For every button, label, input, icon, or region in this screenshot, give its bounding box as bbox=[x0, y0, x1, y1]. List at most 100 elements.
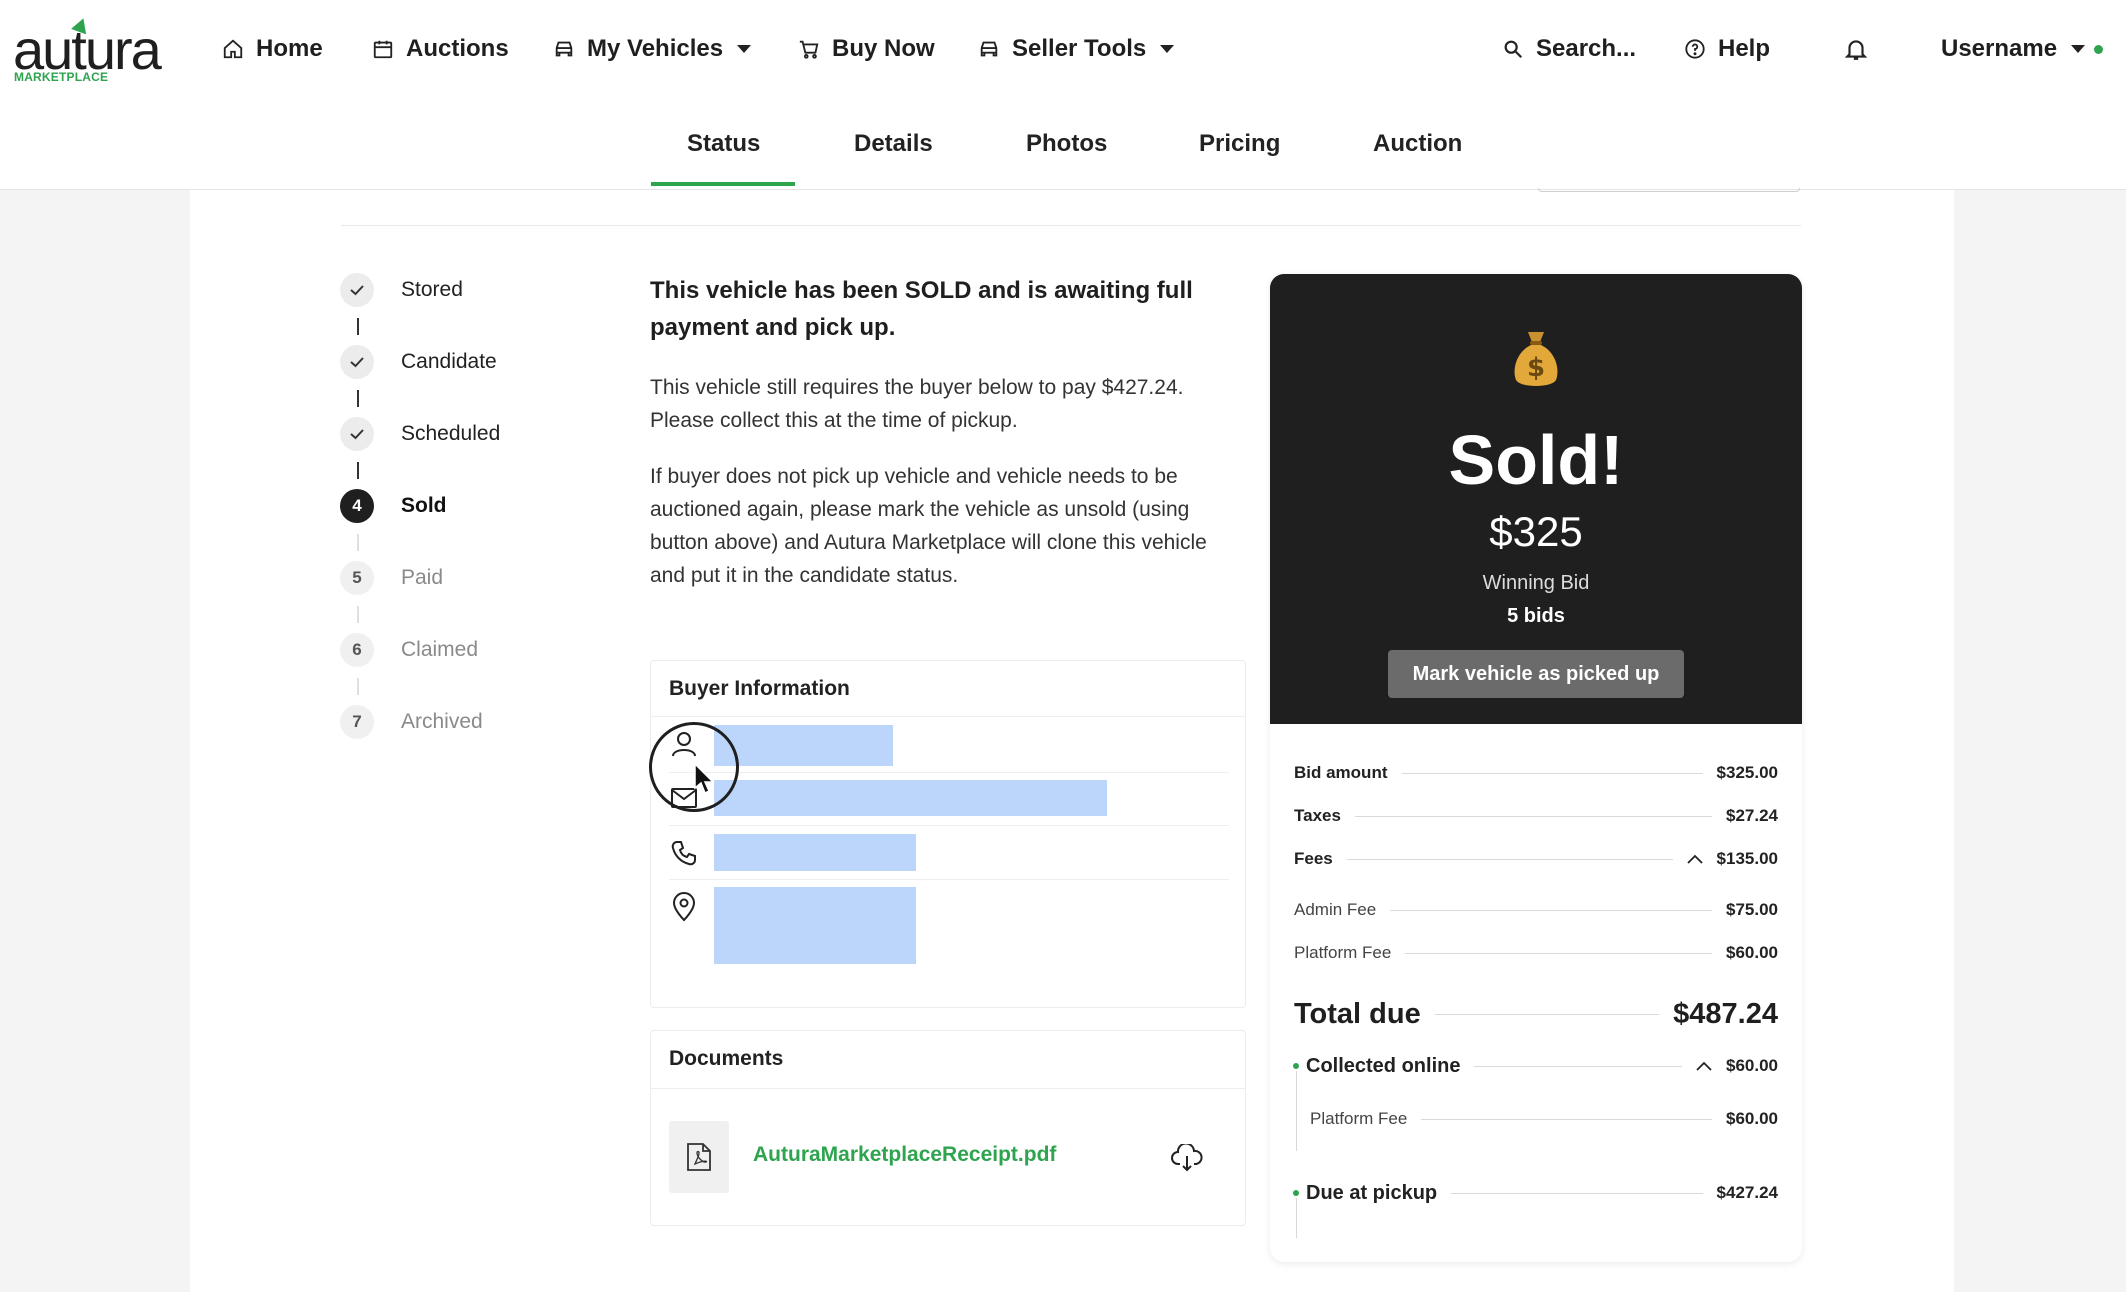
step-connector bbox=[357, 606, 359, 623]
sold-summary-panel: $ Sold! $325 Winning Bid 5 bids Mark veh… bbox=[1270, 274, 1802, 1262]
checkmark-icon bbox=[340, 345, 374, 379]
redacted-buyer-name[interactable] bbox=[714, 725, 893, 766]
collected-indicator-dot bbox=[1293, 1063, 1299, 1069]
due-at-pickup-row: Due at pickup $427.24 bbox=[1306, 1178, 1778, 1208]
nav-my-vehicles[interactable]: My Vehicles bbox=[553, 30, 752, 68]
row-value: $135.00 bbox=[1716, 849, 1778, 868]
calendar-icon bbox=[373, 40, 393, 59]
nav-search-label: Search... bbox=[1536, 35, 1637, 62]
winning-price: $325 bbox=[1489, 508, 1583, 555]
row-label: Fees bbox=[1294, 849, 1333, 868]
leader-line bbox=[1354, 815, 1712, 817]
bid-count: 5 bids bbox=[1507, 605, 1565, 627]
row-value: $60.00 bbox=[1726, 1109, 1778, 1128]
nav-home-label: Home bbox=[256, 35, 323, 62]
leader-line bbox=[1405, 952, 1712, 954]
bid-amount-row: Bid amount $325.00 bbox=[1294, 758, 1778, 788]
step-claimed: 6 Claimed bbox=[340, 632, 478, 668]
mouse-cursor-icon bbox=[694, 762, 715, 795]
step-number: 6 bbox=[340, 633, 374, 667]
tab-details[interactable]: Details bbox=[854, 130, 933, 158]
status-payment-note: This vehicle still requires the buyer be… bbox=[650, 376, 1184, 432]
checkmark-icon bbox=[340, 273, 374, 307]
chevron-up-icon[interactable] bbox=[1696, 1061, 1712, 1071]
redacted-buyer-address[interactable] bbox=[714, 887, 916, 964]
due-indicator-dot bbox=[1293, 1190, 1299, 1196]
row-value: $325.00 bbox=[1716, 763, 1778, 782]
step-number: 7 bbox=[340, 705, 374, 739]
header-button-edge[interactable] bbox=[1538, 188, 1800, 192]
redacted-buyer-email[interactable] bbox=[714, 780, 1107, 816]
row-label: Admin Fee bbox=[1294, 900, 1377, 919]
nav-search[interactable]: Search... bbox=[1502, 30, 1636, 68]
bell-icon bbox=[1844, 40, 1868, 60]
user-menu[interactable]: Username bbox=[1941, 30, 2086, 68]
leader-line bbox=[1451, 1192, 1703, 1194]
receipt-pdf-link[interactable]: AuturaMarketplaceReceipt.pdf bbox=[753, 1143, 1056, 1167]
autura-logo[interactable]: autura MARKETPLACE bbox=[13, 15, 173, 84]
row-value: $60.00 bbox=[1726, 1056, 1778, 1075]
mark-picked-up-button[interactable]: Mark vehicle as picked up bbox=[1388, 650, 1684, 698]
step-label: Candidate bbox=[401, 350, 497, 373]
notifications-button[interactable] bbox=[1843, 30, 1869, 68]
checkmark-icon bbox=[340, 417, 374, 451]
svg-text:$: $ bbox=[1527, 353, 1545, 383]
buyer-email-row bbox=[669, 773, 1229, 826]
collected-online-row[interactable]: Collected online $60.00 bbox=[1306, 1051, 1778, 1081]
row-value: $427.24 bbox=[1716, 1183, 1778, 1202]
nav-seller-tools[interactable]: Seller Tools bbox=[978, 30, 1175, 68]
step-connector bbox=[357, 390, 359, 407]
step-label: Claimed bbox=[401, 638, 479, 661]
nav-buy-now[interactable]: Buy Now bbox=[798, 30, 935, 68]
nav-auctions[interactable]: Auctions bbox=[372, 30, 509, 68]
step-paid: 5 Paid bbox=[340, 560, 443, 596]
winning-bid-label: Winning Bid bbox=[1482, 572, 1590, 594]
nav-buy-now-label: Buy Now bbox=[832, 35, 935, 62]
leader-line bbox=[1346, 858, 1673, 860]
step-connector bbox=[357, 678, 359, 695]
logo-subtitle: MARKETPLACE bbox=[14, 70, 109, 84]
taxes-row: Taxes $27.24 bbox=[1294, 801, 1778, 831]
status-heading: This vehicle has been SOLD and is awaiti… bbox=[650, 277, 1193, 341]
row-label: Platform Fee bbox=[1310, 1109, 1408, 1128]
chevron-up-icon[interactable] bbox=[1686, 854, 1703, 864]
collected-platform-fee-row: Platform Fee $60.00 bbox=[1310, 1104, 1778, 1134]
row-value: $60.00 bbox=[1726, 943, 1778, 962]
step-label: Paid bbox=[401, 566, 444, 589]
nav-help[interactable]: Help bbox=[1684, 30, 1770, 68]
row-label: Collected online bbox=[1306, 1054, 1461, 1077]
total-due-row: Total due $487.24 bbox=[1294, 994, 1778, 1034]
step-number: 5 bbox=[340, 561, 374, 595]
step-candidate: Candidate bbox=[340, 344, 497, 380]
buyer-information-box: Buyer Information bbox=[650, 660, 1246, 1008]
top-navigation: autura MARKETPLACE Home Auctions My Vehi… bbox=[0, 0, 2126, 98]
step-connector bbox=[357, 462, 359, 479]
tab-auction[interactable]: Auction bbox=[1373, 130, 1462, 158]
chevron-down-icon bbox=[2071, 45, 2086, 53]
pdf-file-icon bbox=[669, 1121, 729, 1193]
row-value: $75.00 bbox=[1726, 900, 1778, 919]
row-label: Total due bbox=[1294, 997, 1421, 1030]
step-label: Scheduled bbox=[401, 422, 501, 445]
buyer-address-row bbox=[669, 880, 1229, 990]
nav-my-vehicles-label: My Vehicles bbox=[587, 35, 724, 62]
buyer-name-row bbox=[669, 717, 1229, 773]
step-connector bbox=[357, 318, 359, 335]
tab-status[interactable]: Status bbox=[687, 130, 760, 158]
divider bbox=[341, 225, 1801, 226]
tab-photos[interactable]: Photos bbox=[1026, 130, 1107, 158]
phone-icon bbox=[669, 838, 699, 868]
fees-row[interactable]: Fees $135.00 bbox=[1294, 844, 1778, 874]
step-label: Stored bbox=[401, 278, 463, 301]
chevron-down-icon bbox=[1160, 45, 1175, 53]
nav-home[interactable]: Home bbox=[222, 30, 323, 68]
step-number: 4 bbox=[340, 489, 374, 523]
home-icon bbox=[223, 39, 243, 59]
cloud-download-icon[interactable] bbox=[1171, 1144, 1203, 1172]
status-unsold-note: If buyer does not pick up vehicle and ve… bbox=[650, 465, 1207, 587]
step-label: Sold bbox=[401, 494, 447, 517]
car-icon bbox=[980, 41, 998, 57]
location-pin-icon bbox=[669, 892, 699, 922]
tab-pricing[interactable]: Pricing bbox=[1199, 130, 1280, 158]
redacted-buyer-phone[interactable] bbox=[714, 834, 916, 871]
